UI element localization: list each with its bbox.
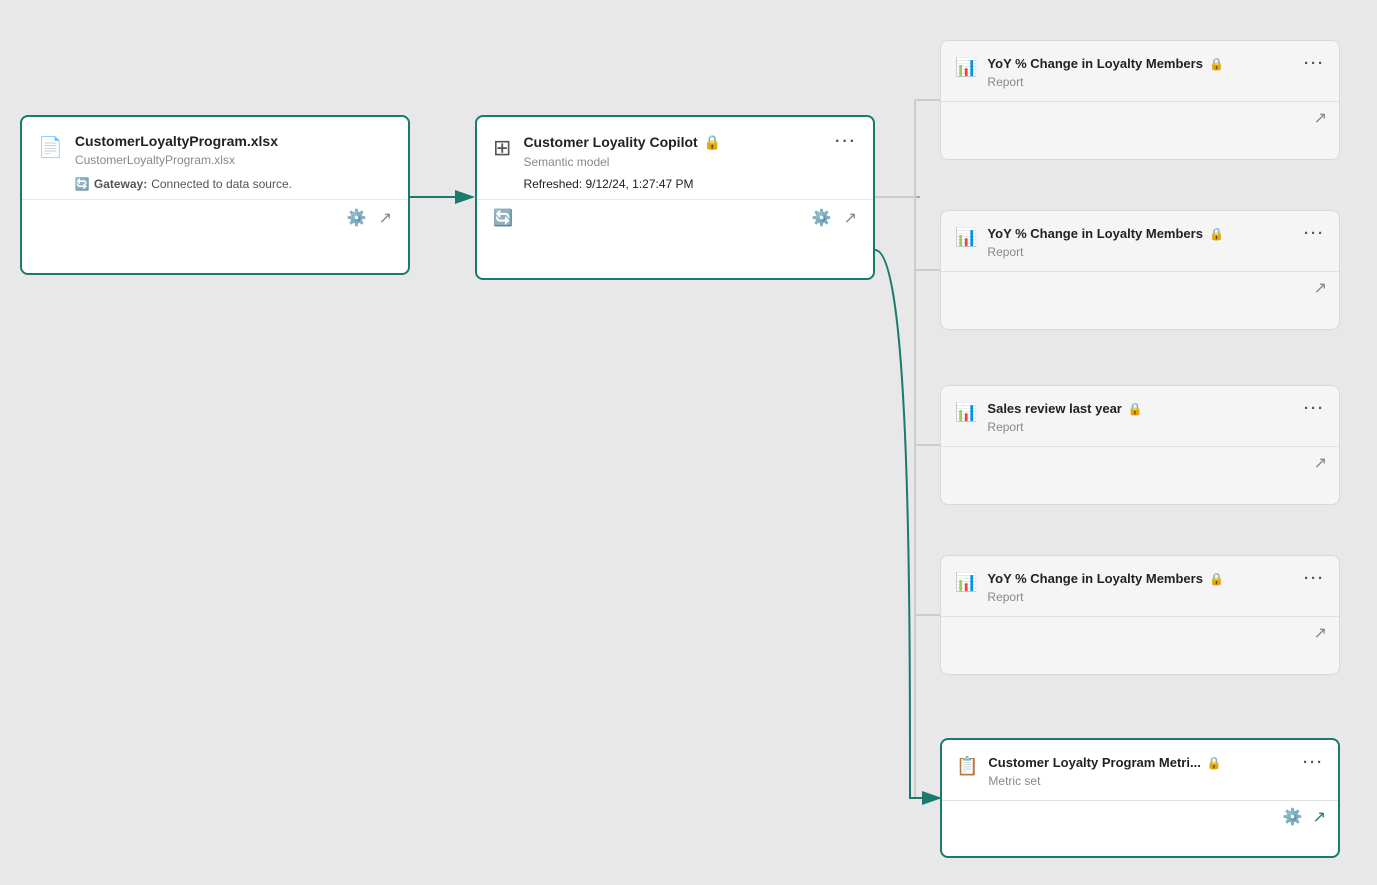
source-card: 📄 CustomerLoyaltyProgram.xlsx CustomerLo… [20, 115, 410, 275]
source-card-title: CustomerLoyaltyProgram.xlsx [75, 133, 392, 149]
refresh-icon[interactable]: 🔄 [493, 208, 513, 228]
metric-card-type: Metric set [988, 774, 1324, 788]
source-card-footer: ⚙️ ↗ [22, 199, 408, 236]
report-card-2-info: YoY % Change in Loyalty Members 🔒 ··· Re… [987, 225, 1325, 259]
metric-lock-icon: 🔒 [1207, 756, 1222, 770]
report-card-3: 📊 Sales review last year 🔒 ··· Report ↗ [940, 385, 1340, 505]
metric-menu-button[interactable]: ··· [1303, 754, 1324, 771]
model-lock-icon: 🔒 [704, 134, 721, 151]
model-settings-icon[interactable]: ⚙️ [812, 208, 832, 228]
report-4-title-group: YoY % Change in Loyalty Members 🔒 [987, 571, 1223, 586]
report-2-link-icon[interactable]: ↗ [1314, 278, 1327, 298]
report-icon-3: 📊 [955, 402, 977, 423]
report-card-4-info: YoY % Change in Loyalty Members 🔒 ··· Re… [987, 570, 1325, 604]
model-card-header: Customer Loyality Copilot 🔒 ··· [523, 133, 857, 151]
metric-card-info: Customer Loyalty Program Metri... 🔒 ··· … [988, 754, 1324, 788]
report-2-menu-button[interactable]: ··· [1304, 225, 1325, 242]
report-card-2-type: Report [987, 245, 1325, 259]
report-3-lock-icon: 🔒 [1128, 402, 1143, 416]
report-card-3-type: Report [987, 420, 1325, 434]
report-card-2: 📊 YoY % Change in Loyalty Members 🔒 ··· … [940, 210, 1340, 330]
canvas: 📄 CustomerLoyaltyProgram.xlsx CustomerLo… [0, 0, 1377, 885]
source-card-subtitle: CustomerLoyaltyProgram.xlsx [75, 153, 392, 167]
model-card: ⊞ Customer Loyality Copilot 🔒 ··· Semant… [475, 115, 875, 280]
metric-card: 📋 Customer Loyalty Program Metri... 🔒 ··… [940, 738, 1340, 858]
report-card-3-info: Sales review last year 🔒 ··· Report [987, 400, 1325, 434]
report-card-1-header: YoY % Change in Loyalty Members 🔒 ··· [987, 55, 1325, 72]
metric-icon: 📋 [956, 756, 978, 777]
model-link-icon[interactable]: ↗ [844, 208, 857, 228]
report-card-3-footer: ↗ [941, 446, 1339, 479]
report-card-4-type: Report [987, 590, 1325, 604]
report-icon-4: 📊 [955, 572, 977, 593]
source-card-gateway: 🔄 Gateway: Connected to data source. [75, 177, 392, 191]
model-card-info: Customer Loyality Copilot 🔒 ··· Semantic… [523, 133, 857, 191]
model-card-footer: 🔄 ⚙️ ↗ [477, 199, 873, 236]
report-card-4-footer: ↗ [941, 616, 1339, 649]
gateway-icon: 🔄 [75, 177, 90, 191]
metric-link-icon[interactable]: ↗ [1313, 807, 1326, 827]
model-card-type: Semantic model [523, 155, 857, 169]
report-1-title-group: YoY % Change in Loyalty Members 🔒 [987, 56, 1223, 71]
model-card-title: Customer Loyality Copilot [523, 134, 697, 150]
report-card-4-title: YoY % Change in Loyalty Members [987, 571, 1203, 586]
report-4-link-icon[interactable]: ↗ [1314, 623, 1327, 643]
metric-card-title: Customer Loyalty Program Metri... [988, 755, 1200, 770]
report-icon-1: 📊 [955, 57, 977, 78]
report-card-1-footer: ↗ [941, 101, 1339, 134]
report-card-3-header: Sales review last year 🔒 ··· [987, 400, 1325, 417]
report-card-4-header: YoY % Change in Loyalty Members 🔒 ··· [987, 570, 1325, 587]
report-2-title-group: YoY % Change in Loyalty Members 🔒 [987, 226, 1223, 241]
report-3-title-group: Sales review last year 🔒 [987, 401, 1142, 416]
model-icon: ⊞ [493, 135, 511, 191]
report-3-menu-button[interactable]: ··· [1304, 400, 1325, 417]
metric-card-header: Customer Loyalty Program Metri... 🔒 ··· [988, 754, 1324, 771]
model-menu-button[interactable]: ··· [835, 133, 857, 151]
report-card-2-title: YoY % Change in Loyalty Members [987, 226, 1203, 241]
report-3-link-icon[interactable]: ↗ [1314, 453, 1327, 473]
metric-card-footer: ⚙️ ↗ [942, 800, 1338, 833]
report-2-lock-icon: 🔒 [1209, 227, 1224, 241]
metric-settings-icon[interactable]: ⚙️ [1283, 807, 1303, 827]
settings-icon[interactable]: ⚙️ [347, 208, 367, 228]
report-card-2-header: YoY % Change in Loyalty Members 🔒 ··· [987, 225, 1325, 242]
report-1-lock-icon: 🔒 [1209, 57, 1224, 71]
report-card-1: 📊 YoY % Change in Loyalty Members 🔒 ··· … [940, 40, 1340, 160]
report-card-4: 📊 YoY % Change in Loyalty Members 🔒 ··· … [940, 555, 1340, 675]
report-card-3-title: Sales review last year [987, 401, 1121, 416]
gateway-value: Connected to data source. [151, 177, 292, 191]
source-card-info: CustomerLoyaltyProgram.xlsx CustomerLoya… [75, 133, 392, 191]
report-card-1-type: Report [987, 75, 1325, 89]
report-card-1-title: YoY % Change in Loyalty Members [987, 56, 1203, 71]
report-card-2-footer: ↗ [941, 271, 1339, 304]
link-icon[interactable]: ↗ [379, 208, 392, 228]
report-1-menu-button[interactable]: ··· [1304, 55, 1325, 72]
report-1-link-icon[interactable]: ↗ [1314, 108, 1327, 128]
report-icon-2: 📊 [955, 227, 977, 248]
file-icon: 📄 [38, 135, 63, 191]
report-card-1-info: YoY % Change in Loyalty Members 🔒 ··· Re… [987, 55, 1325, 89]
model-card-refresh: Refreshed: 9/12/24, 1:27:47 PM [523, 177, 857, 191]
report-4-lock-icon: 🔒 [1209, 572, 1224, 586]
report-4-menu-button[interactable]: ··· [1304, 570, 1325, 587]
gateway-label: Gateway: [94, 177, 147, 191]
model-title-group: Customer Loyality Copilot 🔒 [523, 134, 721, 151]
metric-title-group: Customer Loyalty Program Metri... 🔒 [988, 755, 1221, 770]
